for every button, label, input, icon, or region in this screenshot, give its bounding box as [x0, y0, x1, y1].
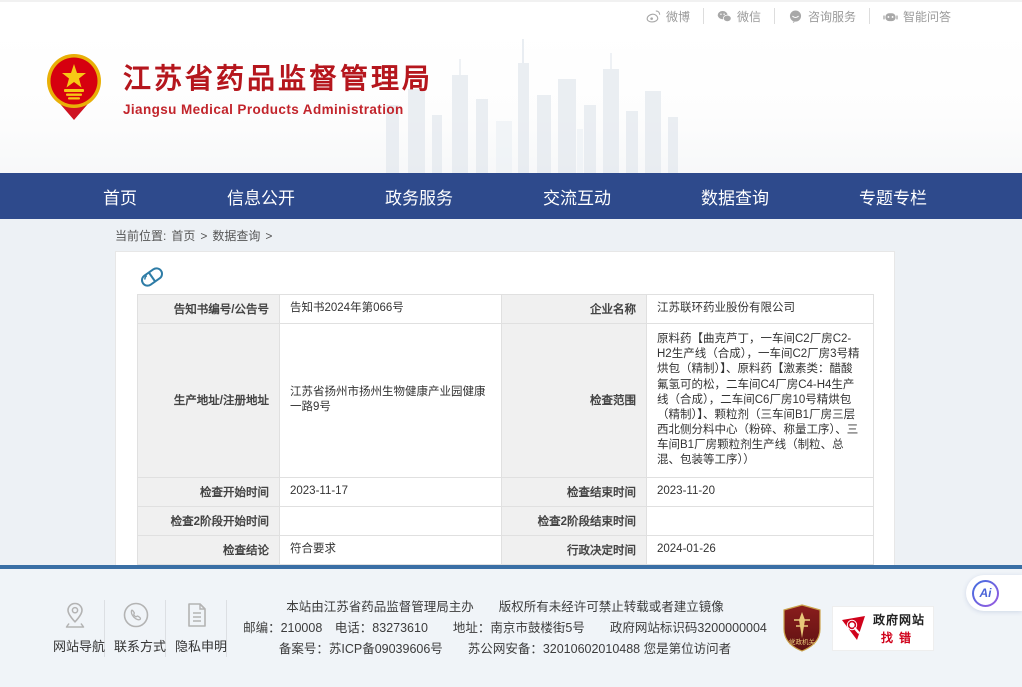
topbar-link-weibo[interactable]: 微博	[633, 8, 704, 24]
party-gov-shield-badge[interactable]: 党政机关	[782, 604, 822, 652]
nav-item-data-query[interactable]: 数据查询	[701, 184, 769, 209]
magnifier-flag-icon	[841, 615, 867, 641]
end-date-value: 2023-11-20	[647, 477, 874, 506]
nav-item-gov-services[interactable]: 政务服务	[385, 184, 453, 209]
badge-label-top: 政府网站	[873, 611, 925, 628]
map-pin-icon	[53, 600, 96, 630]
footer-links: 网站导航 联系方式 隐私申明	[45, 600, 228, 657]
phase2-start-label: 检查2阶段开始时间	[138, 506, 280, 535]
breadcrumb: 当前位置: 首页 > 数据查询 >	[115, 219, 1022, 251]
chat-icon	[788, 10, 803, 23]
table-row: 检查开始时间 2023-11-17 检查结束时间 2023-11-20	[138, 477, 874, 506]
table-row: 检查结论 符合要求 行政决定时间 2024-01-26	[138, 535, 874, 564]
topbar-link-label: 微博	[666, 8, 690, 25]
breadcrumb-prefix: 当前位置:	[115, 227, 166, 244]
badge-label-bottom: 找错	[873, 629, 925, 646]
breadcrumb-separator: >	[265, 229, 272, 243]
footer-line-icp: 备案号：苏ICP备09039606号 苏公网安备：32010602010488 …	[236, 639, 774, 660]
national-emblem-logo	[45, 52, 103, 122]
company-value: 江苏联环药业股份有限公司	[647, 295, 874, 324]
footer-link-label: 联系方式	[114, 636, 157, 655]
ai-assistant-button[interactable]: Ai	[966, 575, 1022, 611]
address-value: 江苏省扬州市扬州生物健康产业园健康一路9号	[280, 324, 502, 478]
weibo-icon	[646, 10, 661, 23]
site-header: 江苏省药品监督管理局 Jiangsu Medical Products Admi…	[0, 30, 1022, 173]
nav-item-interaction[interactable]: 交流互动	[543, 184, 611, 209]
footer-link-privacy[interactable]: 隐私申明	[167, 600, 227, 657]
scope-value: 原料药【曲克芦丁，一车间C2厂房C2-H2生产线（合成），一车间C2厂房3号精烘…	[647, 324, 874, 478]
company-label: 企业名称	[502, 295, 647, 324]
wechat-icon	[717, 10, 732, 23]
footer-link-label: 网站导航	[53, 636, 96, 655]
notice-no-value: 告知书2024年第066号	[280, 295, 502, 324]
footer-badges: 党政机关 政府网站 找错	[782, 604, 934, 652]
topbar-link-consult[interactable]: 咨询服务	[775, 8, 870, 24]
start-date-label: 检查开始时间	[138, 477, 280, 506]
footer-info: 本站由江苏省药品监督管理局主办 版权所有未经许可禁止转载或者建立镜像 邮编：21…	[228, 597, 782, 660]
topbar-link-label: 智能问答	[903, 8, 951, 25]
gov-site-error-report-badge[interactable]: 政府网站 找错	[832, 606, 934, 651]
table-row: 告知书编号/公告号 告知书2024年第066号 企业名称 江苏联环药业股份有限公…	[138, 295, 874, 324]
decision-date-value: 2024-01-26	[647, 535, 874, 564]
conclusion-label: 检查结论	[138, 535, 280, 564]
main-content: 当前位置: 首页 > 数据查询 > 告知书编号/公告号 告知书2024年第066…	[0, 219, 1022, 565]
breadcrumb-home-link[interactable]: 首页	[171, 227, 195, 244]
breadcrumb-data-query-link[interactable]: 数据查询	[212, 227, 260, 244]
address-label: 生产地址/注册地址	[138, 324, 280, 478]
capsule-icon	[137, 264, 167, 290]
topbar-link-wechat[interactable]: 微信	[704, 8, 775, 24]
topbar-link-label: 微信	[737, 8, 761, 25]
start-date-value: 2023-11-17	[280, 477, 502, 506]
breadcrumb-separator: >	[200, 229, 207, 243]
phase2-start-value	[280, 506, 502, 535]
ai-icon: Ai	[972, 580, 999, 607]
inspection-record-table: 告知书编号/公告号 告知书2024年第066号 企业名称 江苏联环药业股份有限公…	[137, 294, 874, 565]
inspection-record-card: 告知书编号/公告号 告知书2024年第066号 企业名称 江苏联环药业股份有限公…	[115, 251, 895, 565]
notice-no-label: 告知书编号/公告号	[138, 295, 280, 324]
nav-item-info-disclosure[interactable]: 信息公开	[227, 184, 295, 209]
footer-line-contact: 邮编：210008 电话：83273610 地址：南京市鼓楼街5号 政府网站标识…	[236, 618, 774, 639]
document-icon	[175, 600, 218, 630]
robot-icon	[883, 10, 898, 23]
main-nav: 首页 信息公开 政务服务 交流互动 数据查询 专题专栏	[0, 173, 1022, 219]
conclusion-value: 符合要求	[280, 535, 502, 564]
site-footer: 网站导航 联系方式 隐私申明 本站由江苏省药品监督管理局主办 版权所有未经许可禁…	[0, 565, 1022, 687]
footer-link-sitemap[interactable]: 网站导航	[45, 600, 105, 657]
topbar-link-qa[interactable]: 智能问答	[870, 8, 964, 24]
topbar: 微博 微信 咨询服务 智能问答	[0, 0, 1022, 30]
phase2-end-label: 检查2阶段结束时间	[502, 506, 647, 535]
footer-line-host: 本站由江苏省药品监督管理局主办 版权所有未经许可禁止转载或者建立镜像	[236, 597, 774, 618]
phase2-end-value	[647, 506, 874, 535]
table-row: 生产地址/注册地址 江苏省扬州市扬州生物健康产业园健康一路9号 检查范围 原料药…	[138, 324, 874, 478]
table-row: 检查2阶段开始时间 检查2阶段结束时间	[138, 506, 874, 535]
footer-link-label: 隐私申明	[175, 636, 218, 655]
footer-link-contact[interactable]: 联系方式	[106, 600, 166, 657]
decision-date-label: 行政决定时间	[502, 535, 647, 564]
phone-icon	[114, 600, 157, 630]
svg-text:党政机关: 党政机关	[789, 637, 816, 646]
topbar-link-label: 咨询服务	[808, 8, 856, 25]
end-date-label: 检查结束时间	[502, 477, 647, 506]
logo-block[interactable]: 江苏省药品监督管理局 Jiangsu Medical Products Admi…	[45, 52, 433, 122]
site-subtitle: Jiangsu Medical Products Administration	[123, 102, 433, 117]
site-title: 江苏省药品监督管理局	[123, 57, 433, 97]
scope-label: 检查范围	[502, 324, 647, 478]
nav-item-special-topics[interactable]: 专题专栏	[859, 184, 927, 209]
nav-item-home[interactable]: 首页	[103, 184, 137, 209]
